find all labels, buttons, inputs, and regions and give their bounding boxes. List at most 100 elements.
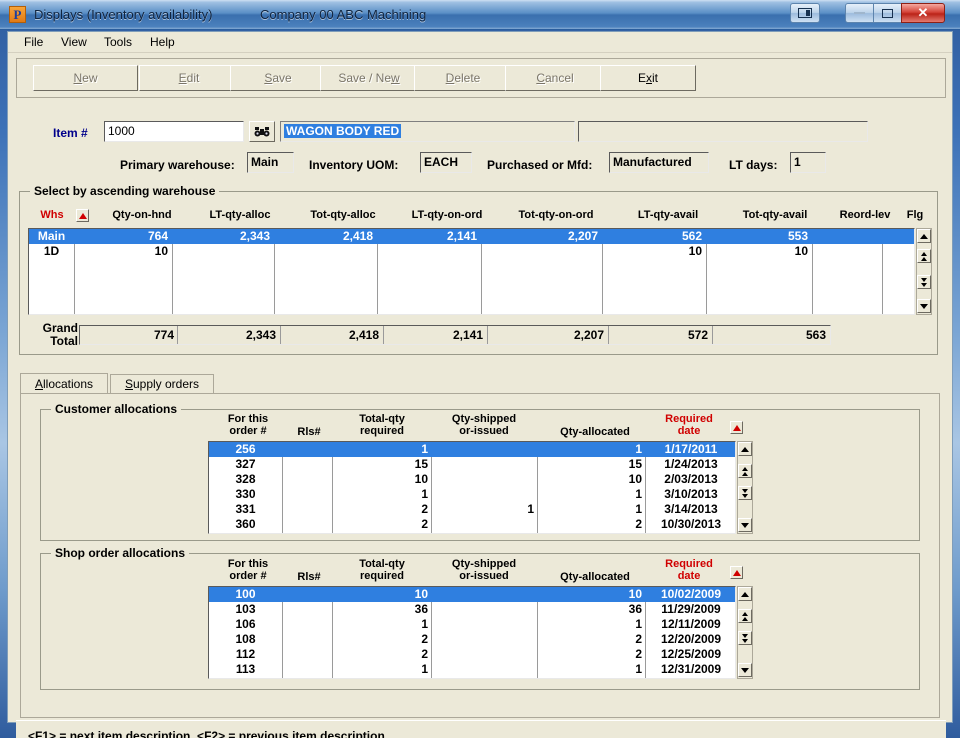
table-row[interactable]: 103 36 36 11/29/2009 (209, 602, 735, 617)
shop-scrollbar[interactable] (737, 586, 753, 679)
warehouse-grid-body[interactable]: Main 764 2,343 2,418 2,141 2,207 562 553… (28, 228, 915, 315)
cell-qty-shipped (433, 617, 534, 632)
warehouse-scrollbar[interactable] (916, 228, 932, 315)
cell-rls (284, 472, 330, 487)
cust-col-qty-allocated[interactable]: Qty-allocated (543, 426, 647, 438)
tab-allocations[interactable]: Allocations (20, 373, 108, 393)
menu-item-help[interactable]: Help (144, 35, 181, 50)
cell-total-qty: 2 (421, 632, 428, 646)
table-row[interactable]: 331 2 1 1 3/14/2013 (209, 502, 735, 517)
exit-button[interactable]: Exit (600, 65, 696, 91)
table-row[interactable]: 360 2 2 10/30/2013 (209, 517, 735, 532)
scroll-down-button[interactable] (738, 663, 752, 677)
table-row[interactable]: 106 1 1 12/11/2009 (209, 617, 735, 632)
table-row[interactable]: 113 1 1 12/31/2009 (209, 662, 735, 677)
shop-required-date-sort-indicator[interactable] (730, 566, 743, 579)
shop-order-allocations-grid[interactable]: 100 10 10 10/02/2009 103 36 36 11/29/200… (208, 586, 736, 679)
scroll-up-button[interactable] (738, 587, 752, 601)
scroll-page-down-button[interactable] (738, 631, 752, 645)
cell-flg (884, 229, 912, 244)
col-lt-qty-on-ord[interactable]: LT-qty-on-ord (397, 209, 497, 221)
col-lt-qty-alloc[interactable]: LT-qty-alloc (191, 209, 289, 221)
close-button[interactable]: ✕ (901, 3, 945, 23)
scroll-down-button[interactable] (738, 518, 752, 532)
customer-scrollbar[interactable] (737, 441, 753, 534)
cell-tot-qty-avail: 10 (794, 244, 808, 258)
cust-col-total-qty[interactable]: Total-qty required (339, 413, 425, 437)
shop-col-required-date[interactable]: Required date (652, 558, 726, 582)
col-lt-qty-avail[interactable]: LT-qty-avail (618, 209, 718, 221)
save-new-button[interactable]: Save / New (320, 65, 418, 91)
table-row[interactable]: 1D 10 10 10 (29, 244, 914, 259)
cell-rls (284, 442, 330, 457)
table-row[interactable]: 108 2 2 12/20/2009 (209, 632, 735, 647)
scroll-down-button[interactable] (917, 299, 931, 313)
scroll-up-button[interactable] (917, 229, 931, 243)
cust-col-rls[interactable]: Rls# (285, 426, 333, 438)
menu-item-file[interactable]: File (18, 35, 49, 50)
table-row[interactable]: 330 1 1 3/10/2013 (209, 487, 735, 502)
col-tot-qty-on-ord[interactable]: Tot-qty-on-ord (501, 209, 611, 221)
col-tot-qty-alloc[interactable]: Tot-qty-alloc (293, 209, 393, 221)
customer-allocations-grid[interactable]: 256 1 1 1/17/2011 327 15 15 1/24/2013 32… (208, 441, 736, 534)
menu-bar: File View Tools Help (8, 32, 952, 53)
table-row[interactable]: 328 10 10 2/03/2013 (209, 472, 735, 487)
cust-col-required-date[interactable]: Required date (652, 413, 726, 437)
scroll-page-up-button[interactable] (738, 609, 752, 623)
menu-item-view[interactable]: View (55, 35, 93, 50)
table-row[interactable]: 256 1 1 1/17/2011 (209, 442, 735, 457)
table-row[interactable]: 100 10 10 10/02/2009 (209, 587, 735, 602)
cell-rls (284, 502, 330, 517)
whs-sort-indicator[interactable] (76, 209, 89, 222)
shop-col-total-qty[interactable]: Total-qty required (339, 558, 425, 582)
scroll-page-up-button[interactable] (738, 464, 752, 478)
cell-required-date: 1/24/2013 (664, 457, 718, 471)
menu-item-tools[interactable]: Tools (98, 35, 138, 50)
cell-total-qty: 2 (421, 647, 428, 661)
client-area: File View Tools Help New Edit Save Save … (7, 31, 953, 738)
maximize-button[interactable] (873, 3, 902, 23)
cell-qty-allocated: 1 (635, 617, 642, 631)
cust-col-qty-shipped[interactable]: Qty-shipped or-issued (433, 413, 535, 437)
tab-supply-orders[interactable]: Supply orders (110, 374, 214, 393)
edit-button[interactable]: Edit (139, 65, 239, 91)
item-extra-field[interactable] (578, 121, 868, 142)
shop-col-order[interactable]: For this order # (213, 558, 283, 582)
cust-required-date-sort-indicator[interactable] (730, 421, 743, 434)
item-description-field[interactable]: WAGON BODY RED (280, 121, 575, 142)
warehouse-group-title: Select by ascending warehouse (30, 184, 220, 198)
scroll-page-down-button[interactable] (738, 486, 752, 500)
save-button[interactable]: Save (230, 65, 326, 91)
item-search-button[interactable] (249, 121, 275, 142)
col-qty-on-hnd[interactable]: Qty-on-hnd (96, 209, 188, 221)
col-flg[interactable]: Flg (902, 209, 928, 221)
cell-required-date: 12/25/2009 (660, 647, 722, 661)
cancel-button[interactable]: Cancel (505, 65, 605, 91)
col-reord-lev[interactable]: Reord-lev (830, 209, 900, 221)
cell-tot-qty-alloc (276, 244, 373, 259)
scroll-page-down-button[interactable] (917, 275, 931, 289)
cell-required-date: 1/17/2011 (664, 442, 718, 456)
table-row[interactable]: 112 2 2 12/25/2009 (209, 647, 735, 662)
cell-required-date: 3/14/2013 (664, 502, 718, 516)
shop-col-qty-shipped[interactable]: Qty-shipped or-issued (433, 558, 535, 582)
shop-col-rls[interactable]: Rls# (285, 571, 333, 583)
table-row[interactable]: 327 15 15 1/24/2013 (209, 457, 735, 472)
delete-button[interactable]: Delete (414, 65, 512, 91)
col-whs[interactable]: Whs (30, 209, 74, 221)
scroll-page-up-button[interactable] (917, 249, 931, 263)
new-button[interactable]: New (33, 65, 138, 91)
scroll-up-button[interactable] (738, 442, 752, 456)
cell-whs: Main (37, 229, 66, 243)
customer-allocations-title: Customer allocations (51, 402, 182, 416)
status-bar: <F1> = next item description, <F2> = pre… (16, 720, 946, 738)
table-row[interactable]: Main 764 2,343 2,418 2,141 2,207 562 553 (29, 229, 914, 244)
cell-order-number: 328 (235, 472, 256, 486)
minimize-button[interactable] (845, 3, 874, 23)
restore-down-button[interactable] (790, 3, 820, 23)
item-number-input[interactable]: 1000 (104, 121, 244, 142)
cell-qty-shipped (433, 662, 534, 677)
col-tot-qty-avail[interactable]: Tot-qty-avail (722, 209, 828, 221)
shop-col-qty-allocated[interactable]: Qty-allocated (543, 571, 647, 583)
cust-col-order[interactable]: For this order # (213, 413, 283, 437)
